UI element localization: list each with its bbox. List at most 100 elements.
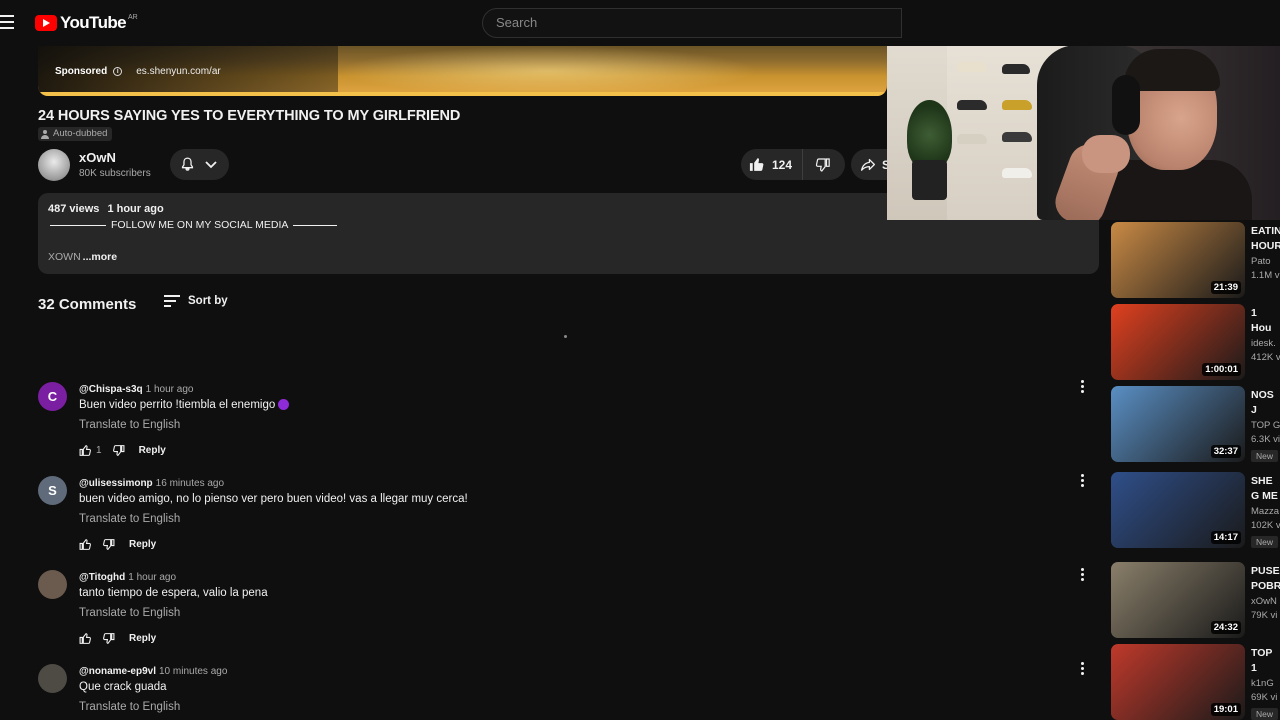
description-preview: XOWN ...more xyxy=(48,251,118,263)
comment-like-count: 1 xyxy=(96,444,102,456)
comment-avatar[interactable] xyxy=(38,664,67,693)
comment-actions: Reply xyxy=(79,630,156,646)
sponsored-ad-banner[interactable]: Sponsored i es.shenyun.com/ar xyxy=(38,46,887,96)
related-video-item[interactable]: 24:32 PUSE POBR xOwN 79K vi xyxy=(1111,562,1280,638)
related-video-views: 79K vi xyxy=(1251,610,1278,621)
related-video-item[interactable]: 14:17 SHE G ME | H Mazza 102K v New xyxy=(1111,472,1280,548)
youtube-logo[interactable]: YouTube AR xyxy=(35,13,138,33)
related-video-views: 6.3K vi xyxy=(1251,434,1280,445)
view-meta: 487 views 1 hour ago xyxy=(48,203,169,215)
masthead: YouTube AR Search xyxy=(0,0,1280,46)
channel-avatar[interactable] xyxy=(38,149,70,181)
comment-text: tanto tiempo de espera, valio la pena xyxy=(79,587,268,599)
related-video-title[interactable]: NOS J Clube xyxy=(1251,388,1280,418)
person-icon xyxy=(41,129,50,139)
related-video-title[interactable]: PUSE POBR xyxy=(1251,564,1280,594)
share-icon xyxy=(860,158,876,171)
related-video-title[interactable]: SHE G ME | H xyxy=(1251,474,1280,504)
related-video-item[interactable]: 19:01 TOP 1 k1nG 69K vi New xyxy=(1111,644,1280,720)
related-video-title[interactable]: 1 Hou Ambie xyxy=(1251,306,1280,336)
bell-icon xyxy=(181,157,194,171)
comment-time[interactable]: 1 hour ago xyxy=(146,384,194,395)
comment-author[interactable]: @ulisessimonp xyxy=(79,478,153,489)
more-actions-icon[interactable] xyxy=(1080,380,1086,394)
dislike-button[interactable] xyxy=(803,149,845,180)
auto-dubbed-badge: Auto-dubbed xyxy=(38,127,113,141)
related-video-item[interactable]: 1:00:01 1 Hou Ambie idesk. 412K v xyxy=(1111,304,1280,380)
reply-button[interactable]: Reply xyxy=(129,633,156,644)
translate-link[interactable]: Translate to English xyxy=(79,419,180,431)
like-button[interactable]: 124 xyxy=(741,149,803,180)
comment-author[interactable]: @Chispa-s3q xyxy=(79,384,143,395)
subscriber-count: 80K subscribers xyxy=(79,168,151,179)
region-code: AR xyxy=(128,13,138,21)
related-video-channel[interactable]: xOwN xyxy=(1251,596,1280,607)
reply-button[interactable]: Reply xyxy=(129,539,156,550)
view-count: 487 views xyxy=(48,203,100,215)
related-video-item[interactable]: 32:37 NOS J Clube TOP G 6.3K vi New xyxy=(1111,386,1280,462)
comment-time[interactable]: 10 minutes ago xyxy=(159,666,227,677)
like-count: 124 xyxy=(772,158,793,172)
thumbs-up-icon[interactable] xyxy=(79,444,92,457)
comment-avatar[interactable]: S xyxy=(38,476,67,505)
chevron-down-icon xyxy=(205,161,217,169)
video-duration: 32:37 xyxy=(1210,445,1241,458)
channel-name[interactable]: xOwN xyxy=(79,150,116,165)
sponsored-label: Sponsored i es.shenyun.com/ar xyxy=(55,66,221,77)
related-video-channel[interactable]: k1nG xyxy=(1251,678,1280,689)
comment-header: @Chispa-s3q 1 hour ago xyxy=(79,384,193,395)
related-video-title[interactable]: EATIN HOUR xyxy=(1251,224,1280,254)
video-thumbnail[interactable]: 32:37 xyxy=(1111,386,1245,462)
video-thumbnail[interactable]: 14:17 xyxy=(1111,472,1245,548)
thumbs-up-icon xyxy=(749,158,764,171)
video-thumbnail[interactable]: 21:39 xyxy=(1111,222,1245,298)
sort-by-button[interactable]: Sort by xyxy=(164,295,228,307)
video-thumbnail[interactable]: 1:00:01 xyxy=(1111,304,1245,380)
thumbs-up-icon[interactable] xyxy=(79,632,92,645)
related-video-item[interactable]: 21:39 EATIN HOUR Pato 1.1M v xyxy=(1111,222,1280,298)
comment-text: Que crack guada xyxy=(79,681,167,693)
thumbs-down-icon[interactable] xyxy=(102,632,115,645)
related-video-channel[interactable]: Mazza xyxy=(1251,506,1280,517)
video-title: 24 HOURS SAYING YES TO EVERYTHING TO MY … xyxy=(38,108,461,124)
ad-domain-link[interactable]: es.shenyun.com/ar xyxy=(136,66,221,77)
new-badge: New xyxy=(1251,536,1279,548)
related-video-title[interactable]: TOP 1 xyxy=(1251,646,1280,676)
comment-item: S @ulisessimonp 16 minutes ago buen video a… xyxy=(38,474,1100,566)
notification-bell-button[interactable] xyxy=(170,149,229,180)
translate-link[interactable]: Translate to English xyxy=(79,701,180,713)
related-video-channel[interactable]: idesk. xyxy=(1251,338,1280,349)
comment-author[interactable]: @Titoghd xyxy=(79,572,125,583)
comment-header: @noname-ep9vl 10 minutes ago xyxy=(79,666,227,677)
related-video-channel[interactable]: Pato xyxy=(1251,256,1280,267)
related-video-views: 69K vi xyxy=(1251,692,1278,703)
info-icon[interactable]: i xyxy=(113,67,123,76)
comment-avatar[interactable]: C xyxy=(38,382,67,411)
more-actions-icon[interactable] xyxy=(1080,662,1086,676)
more-actions-icon[interactable] xyxy=(1080,474,1086,488)
reply-button[interactable]: Reply xyxy=(139,445,166,456)
thumbs-up-icon[interactable] xyxy=(79,538,92,551)
comment-time[interactable]: 1 hour ago xyxy=(128,572,176,583)
devil-emoji-icon xyxy=(278,399,290,411)
show-more-link[interactable]: ...more xyxy=(83,251,117,263)
comment-text: Buen video perrito !tiembla el enemigo xyxy=(79,399,290,411)
related-video-channel[interactable]: TOP G xyxy=(1251,420,1280,431)
play-logo-icon xyxy=(35,15,57,31)
comment-avatar[interactable] xyxy=(38,570,67,599)
video-thumbnail[interactable]: 24:32 xyxy=(1111,562,1245,638)
translate-link[interactable]: Translate to English xyxy=(79,513,180,525)
thumbs-down-icon[interactable] xyxy=(112,444,125,457)
thumbs-down-icon[interactable] xyxy=(102,538,115,551)
search-input[interactable]: Search xyxy=(482,8,902,38)
comment-time[interactable]: 16 minutes ago xyxy=(156,478,224,489)
menu-icon[interactable] xyxy=(0,15,14,31)
upload-time: 1 hour ago xyxy=(107,203,164,215)
comment-author[interactable]: @noname-ep9vl xyxy=(79,666,156,677)
related-video-views: 102K v xyxy=(1251,520,1280,531)
more-actions-icon[interactable] xyxy=(1080,568,1086,582)
translate-link[interactable]: Translate to English xyxy=(79,607,180,619)
youtube-watch-page: YouTube AR Search Sponsored i es.shenyun… xyxy=(0,0,1280,720)
video-thumbnail[interactable]: 19:01 xyxy=(1111,644,1245,720)
loading-indicator xyxy=(564,335,567,338)
